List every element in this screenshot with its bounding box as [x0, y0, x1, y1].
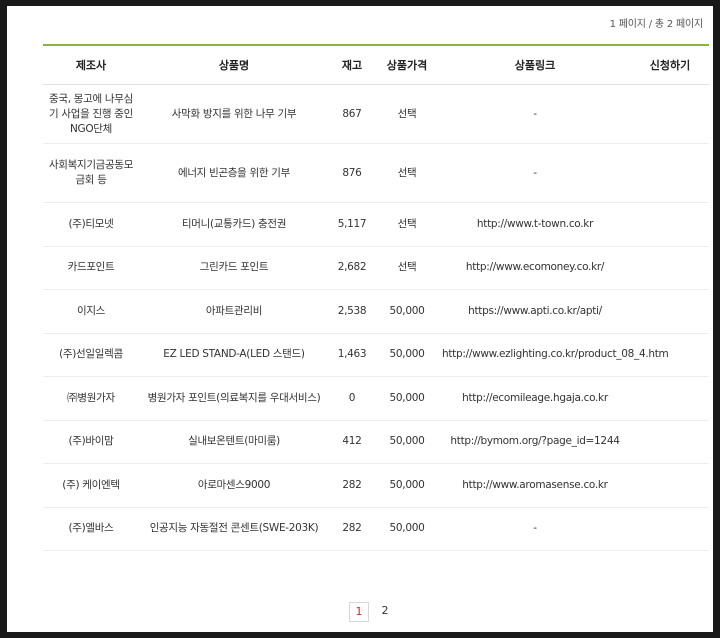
cell-stock: 867: [329, 84, 375, 144]
col-header-apply: 신청하기: [631, 44, 709, 85]
cell-maker: 카드포인트: [43, 246, 139, 290]
cell-maker: (주)선일일렉콤: [43, 333, 139, 377]
cell-stock: 876: [329, 143, 375, 203]
cell-stock: 282: [329, 507, 375, 551]
cell-price[interactable]: 선택: [375, 84, 439, 144]
cell-maker: 중국, 몽고에 나무심기 사업을 진행 중인 NGO단체: [43, 84, 139, 144]
cell-apply[interactable]: [631, 289, 709, 334]
cell-apply[interactable]: [631, 420, 709, 464]
cell-price: 50,000: [375, 463, 439, 508]
cell-stock: 2,682: [329, 246, 375, 290]
col-header-product: 상품명: [139, 44, 329, 85]
cell-maker: 이지스: [43, 289, 139, 334]
table-row: 중국, 몽고에 나무심기 사업을 진행 중인 NGO단체 사막화 방지를 위한 …: [43, 84, 709, 144]
cell-stock: 0: [329, 376, 375, 421]
cell-price: 50,000: [375, 507, 439, 551]
cell-maker: ㈜병원가자: [43, 376, 139, 421]
cell-apply[interactable]: [631, 507, 709, 551]
cell-link: -: [439, 507, 631, 551]
cell-product[interactable]: 티머니(교통카드) 충전권: [139, 202, 329, 247]
cell-price[interactable]: 선택: [375, 143, 439, 203]
cell-stock: 2,538: [329, 289, 375, 334]
cell-product[interactable]: 에너지 빈곤층을 위한 기부: [139, 143, 329, 203]
cell-apply[interactable]: [631, 202, 709, 247]
col-header-link: 상품링크: [439, 44, 631, 85]
cell-link: -: [439, 143, 631, 203]
table-row: (주)바이맘 실내보온텐트(마미룸) 412 50,000 http://bym…: [43, 420, 709, 464]
table-row: (주)티모넷 티머니(교통카드) 충전권 5,117 선택 http://www…: [43, 202, 709, 247]
col-header-stock: 재고: [329, 44, 375, 85]
product-table: 제조사 상품명 재고 상품가격 상품링크 신청하기 중국, 몽고에 나무심기 사…: [43, 44, 709, 551]
col-header-price: 상품가격: [375, 44, 439, 85]
cell-price: 50,000: [375, 333, 439, 377]
cell-product[interactable]: 아파트관리비: [139, 289, 329, 334]
cell-product[interactable]: 아로마센스9000: [139, 463, 329, 508]
cell-link[interactable]: https://www.apti.co.kr/apti/: [439, 289, 631, 334]
cell-link[interactable]: http://www.ezlighting.co.kr/product_08_4…: [439, 333, 669, 377]
page-link-2[interactable]: 2: [375, 602, 395, 622]
cell-price[interactable]: 선택: [375, 246, 439, 290]
cell-link[interactable]: http://www.aromasense.co.kr: [439, 463, 631, 508]
cell-link[interactable]: http://ecomileage.hgaja.co.kr: [439, 376, 631, 421]
cell-product[interactable]: 병원가자 포인트(의료복지를 우대서비스): [139, 376, 329, 421]
cell-link[interactable]: http://www.ecomoney.co.kr/: [439, 246, 631, 290]
cell-stock: 1,463: [329, 333, 375, 377]
page-link-1[interactable]: 1: [349, 602, 369, 622]
cell-price: 50,000: [375, 420, 439, 464]
cell-apply[interactable]: [631, 463, 709, 508]
table-header-row: 제조사 상품명 재고 상품가격 상품링크 신청하기: [43, 44, 709, 85]
cell-maker: (주)엘바스: [43, 507, 139, 551]
cell-maker: (주) 케이엔텍: [43, 463, 139, 508]
cell-product[interactable]: 그린카드 포인트: [139, 246, 329, 290]
table-row: 이지스 아파트관리비 2,538 50,000 https://www.apti…: [43, 289, 709, 334]
cell-apply[interactable]: [631, 84, 709, 144]
cell-maker: (주)티모넷: [43, 202, 139, 247]
cell-stock: 5,117: [329, 202, 375, 247]
cell-link[interactable]: http://bymom.org/?page_id=1244: [439, 420, 631, 464]
cell-link[interactable]: http://www.t-town.co.kr: [439, 202, 631, 247]
cell-maker: 사회복지기금공동모금회 등: [43, 143, 139, 203]
cell-stock: 412: [329, 420, 375, 464]
cell-product[interactable]: 인공지능 자동절전 콘센트(SWE-203K): [139, 507, 329, 551]
table-row: (주)선일일렉콤 EZ LED STAND-A(LED 스탠드) 1,463 5…: [43, 333, 709, 377]
cell-product[interactable]: 실내보온텐트(마미룸): [139, 420, 329, 464]
cell-price: 50,000: [375, 289, 439, 334]
cell-price[interactable]: 선택: [375, 202, 439, 247]
table-row: 카드포인트 그린카드 포인트 2,682 선택 http://www.ecomo…: [43, 246, 709, 290]
cell-product[interactable]: 사막화 방지를 위한 나무 기부: [139, 84, 329, 144]
cell-maker: (주)바이맘: [43, 420, 139, 464]
pagination: 1 2: [349, 602, 395, 622]
table-row: (주)엘바스 인공지능 자동절전 콘센트(SWE-203K) 282 50,00…: [43, 507, 709, 551]
cell-apply[interactable]: [631, 376, 709, 421]
table-row: 사회복지기금공동모금회 등 에너지 빈곤층을 위한 기부 876 선택 -: [43, 143, 709, 203]
col-header-maker: 제조사: [43, 44, 139, 85]
cell-price: 50,000: [375, 376, 439, 421]
table-row: ㈜병원가자 병원가자 포인트(의료복지를 우대서비스) 0 50,000 htt…: [43, 376, 709, 421]
cell-apply[interactable]: [631, 143, 709, 203]
cell-apply[interactable]: [631, 246, 709, 290]
cell-link: -: [439, 84, 631, 144]
page-frame: 1 페이지 / 총 2 페이지 제조사 상품명 재고 상품가격 상품링크 신청하…: [7, 6, 713, 632]
page-info: 1 페이지 / 총 2 페이지: [609, 19, 704, 30]
cell-product[interactable]: EZ LED STAND-A(LED 스탠드): [139, 333, 329, 377]
cell-stock: 282: [329, 463, 375, 508]
table-row: (주) 케이엔텍 아로마센스9000 282 50,000 http://www…: [43, 463, 709, 508]
